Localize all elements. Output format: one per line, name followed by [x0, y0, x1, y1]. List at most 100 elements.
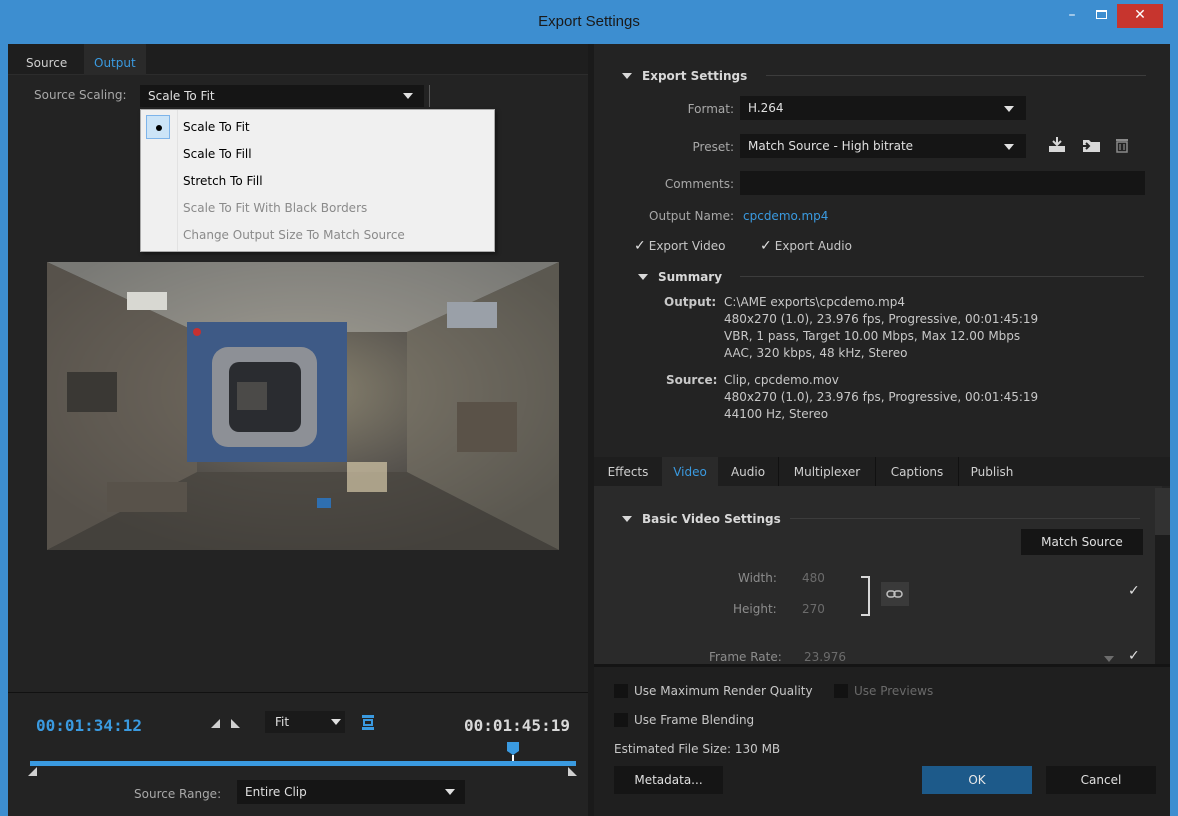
title-bar[interactable]: Export Settings – ✕: [0, 0, 1178, 44]
summary-output-key: Output:: [664, 295, 717, 309]
preset-value: Match Source - High bitrate: [748, 139, 914, 153]
video-settings-panel: Basic Video Settings Match Source Width:…: [594, 486, 1162, 664]
summary-source-line: 480x270 (1.0), 23.976 fps, Progressive, …: [724, 390, 1039, 404]
tab-effects[interactable]: Effects: [594, 457, 662, 486]
frame-blending-checkbox[interactable]: Use Frame Blending: [614, 713, 754, 727]
delete-preset-icon[interactable]: [1114, 136, 1130, 154]
collapse-triangle-icon: [638, 274, 648, 280]
option-scale-to-fit[interactable]: Scale To Fit: [183, 115, 250, 139]
constrain-proportions-button[interactable]: [881, 582, 909, 606]
radio-dot-icon: [156, 125, 162, 131]
tab-multiplexer[interactable]: Multiplexer: [779, 457, 875, 486]
option-stretch-to-fill[interactable]: Stretch To Fill: [183, 169, 263, 193]
output-name-label: Output Name:: [649, 209, 734, 223]
tab-video[interactable]: Video: [662, 457, 718, 486]
preset-label: Preset:: [692, 140, 734, 154]
tab-publish[interactable]: Publish: [959, 457, 1025, 486]
duration-timecode: 00:01:45:19: [464, 716, 570, 735]
frame-rate-value[interactable]: 23.976: [804, 650, 846, 664]
match-dimensions-checkbox[interactable]: ✓: [1128, 583, 1140, 599]
basic-video-settings-header[interactable]: Basic Video Settings: [622, 512, 781, 526]
chevron-down-icon: [1104, 656, 1114, 662]
file-size-value: 130 MB: [734, 742, 781, 756]
ok-button[interactable]: OK: [922, 766, 1032, 794]
match-frame-rate-checkbox[interactable]: ✓: [1128, 648, 1140, 664]
export-settings-window: Export Settings – ✕ Source Output Source…: [0, 0, 1178, 816]
export-settings-header[interactable]: Export Settings: [622, 69, 747, 83]
video-settings-scrollbar[interactable]: [1155, 488, 1170, 664]
use-previews-label: Use Previews: [854, 684, 934, 698]
set-in-out-icons[interactable]: [211, 717, 243, 729]
metadata-button[interactable]: Metadata...: [614, 766, 723, 794]
cancel-button[interactable]: Cancel: [1046, 766, 1156, 794]
width-value[interactable]: 480: [802, 571, 825, 585]
aspect-toggle-icon[interactable]: [361, 713, 375, 731]
source-range-select[interactable]: Entire Clip: [237, 780, 465, 804]
preview-panel: Source Output Source Scaling: Scale To F…: [8, 44, 588, 816]
format-select[interactable]: H.264: [740, 96, 1026, 120]
summary-source-line: 44100 Hz, Stereo: [724, 407, 829, 421]
source-range-value: Entire Clip: [245, 785, 307, 799]
export-video-checkbox[interactable]: ✓ Export Video: [634, 238, 725, 254]
use-previews-checkbox: Use Previews: [834, 684, 933, 698]
timeline-track[interactable]: [30, 761, 576, 766]
chevron-down-icon: [445, 789, 455, 795]
source-scaling-label: Source Scaling:: [34, 88, 127, 102]
tab-source[interactable]: Source: [16, 44, 77, 75]
option-scale-to-fit-black-borders: Scale To Fit With Black Borders: [183, 201, 368, 215]
out-point-handle-icon[interactable]: [568, 767, 578, 777]
summary-header[interactable]: Summary: [638, 270, 722, 284]
file-size-label: Estimated File Size:: [614, 742, 732, 756]
tab-captions[interactable]: Captions: [876, 457, 958, 486]
maximize-icon: [1095, 10, 1107, 19]
format-label: Format:: [687, 102, 734, 116]
zoom-value: Fit: [275, 715, 290, 729]
bottom-options: Use Maximum Render Quality Use Previews …: [594, 664, 1170, 816]
height-value[interactable]: 270: [802, 602, 825, 616]
tab-audio[interactable]: Audio: [718, 457, 778, 486]
source-scaling-dropdown: Scale To Fit Scale To Fill Stretch To Fi…: [140, 109, 495, 252]
summary-output-line: 480x270 (1.0), 23.976 fps, Progressive, …: [724, 312, 1039, 326]
chevron-down-icon: [1004, 106, 1014, 112]
export-audio-checkbox[interactable]: ✓ Export Audio: [760, 238, 852, 254]
settings-tabs: Effects Video Audio Multiplexer Captions…: [594, 457, 1170, 486]
divider: [429, 85, 430, 107]
max-render-quality-checkbox[interactable]: Use Maximum Render Quality: [614, 684, 813, 698]
source-range-label: Source Range:: [134, 787, 222, 801]
summary-output-line: VBR, 1 pass, Target 10.00 Mbps, Max 12.0…: [724, 329, 1021, 343]
window-title: Export Settings: [538, 13, 640, 30]
video-frame-image: [47, 262, 559, 550]
source-scaling-value: Scale To Fit: [148, 89, 215, 103]
chevron-down-icon: [1004, 144, 1014, 150]
chevron-down-icon: [331, 719, 341, 725]
maximize-button[interactable]: [1088, 4, 1114, 28]
playhead-icon[interactable]: [506, 741, 520, 761]
current-timecode[interactable]: 00:01:34:12: [36, 716, 142, 735]
close-button[interactable]: ✕: [1117, 4, 1163, 28]
in-point-handle-icon[interactable]: [28, 767, 38, 777]
scroll-thumb[interactable]: [1155, 488, 1170, 535]
preset-select[interactable]: Match Source - High bitrate: [740, 134, 1026, 158]
match-source-button[interactable]: Match Source: [1021, 529, 1143, 555]
link-bracket-icon: [861, 576, 870, 616]
frame-blending-label: Use Frame Blending: [634, 713, 755, 727]
collapse-triangle-icon: [622, 73, 632, 79]
chevron-down-icon: [403, 93, 413, 99]
zoom-select[interactable]: Fit: [265, 711, 345, 733]
max-render-quality-label: Use Maximum Render Quality: [634, 684, 813, 698]
option-scale-to-fill[interactable]: Scale To Fill: [183, 142, 252, 166]
chain-link-icon: [886, 590, 903, 598]
comments-input[interactable]: [740, 171, 1145, 195]
checkmark-icon: ✓: [760, 238, 772, 254]
source-scaling-select[interactable]: Scale To Fit: [140, 85, 424, 107]
export-video-label: Export Video: [648, 239, 726, 253]
import-preset-icon[interactable]: [1081, 136, 1103, 154]
save-preset-icon[interactable]: [1047, 136, 1067, 154]
checkbox-box: [834, 684, 848, 698]
export-settings-title: Export Settings: [642, 69, 748, 83]
divider: [766, 75, 1146, 76]
tab-output[interactable]: Output: [84, 44, 146, 75]
divider: [740, 276, 1144, 277]
minimize-button[interactable]: –: [1059, 4, 1085, 28]
output-name-link[interactable]: cpcdemo.mp4: [743, 209, 828, 223]
